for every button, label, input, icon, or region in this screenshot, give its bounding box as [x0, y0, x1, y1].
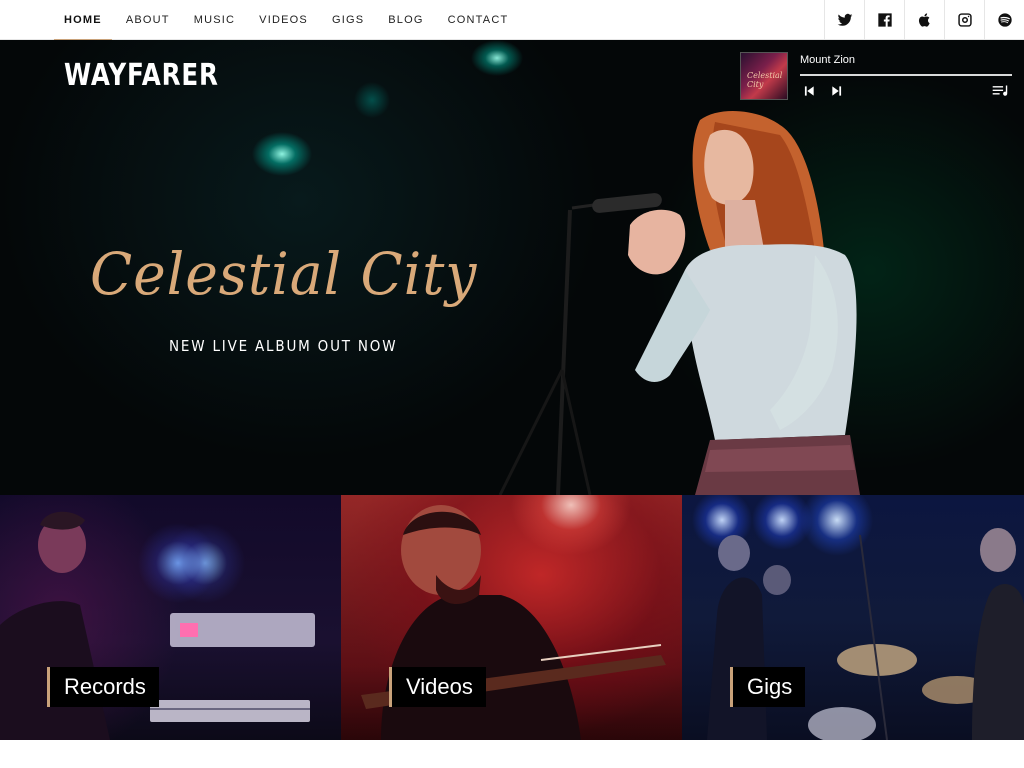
- spotify-link[interactable]: [984, 0, 1024, 40]
- album-cover[interactable]: Celestial City: [740, 52, 788, 100]
- spotify-icon: [997, 13, 1012, 27]
- nav-item-gigs[interactable]: GIGS: [332, 0, 364, 40]
- progress-bar[interactable]: [800, 74, 1012, 76]
- tile-gigs-label: Gigs: [730, 667, 806, 707]
- nav-item-videos[interactable]: VIDEOS: [259, 0, 308, 40]
- facebook-link[interactable]: [864, 0, 904, 40]
- hero-banner: WAYFARER Celestial City NEW LIVE ALBUM O…: [0, 40, 1024, 495]
- social-links: [824, 0, 1024, 40]
- playlist-icon: [992, 85, 1008, 96]
- singer-illustration: [498, 110, 860, 495]
- apple-icon: [918, 13, 930, 27]
- album-cover-text: Celestial City: [747, 71, 783, 89]
- track-title: Mount Zion: [800, 54, 856, 66]
- next-icon: [832, 86, 842, 96]
- tile-gigs[interactable]: Gigs: [682, 495, 1024, 740]
- feature-tiles: Records Videos Gigs: [0, 495, 1024, 740]
- singer-image: [480, 40, 900, 495]
- nav-item-home[interactable]: HOME: [54, 0, 112, 41]
- twitter-icon: [837, 13, 852, 26]
- previous-icon: [804, 86, 814, 96]
- instagram-link[interactable]: [944, 0, 984, 40]
- nav-item-contact[interactable]: CONTACT: [448, 0, 509, 40]
- tile-records-label: Records: [47, 667, 159, 707]
- apple-link[interactable]: [904, 0, 944, 40]
- facebook-icon: [877, 13, 892, 27]
- playlist-button[interactable]: [992, 84, 1010, 98]
- nav-item-music[interactable]: MUSIC: [194, 0, 235, 40]
- nav-item-blog[interactable]: BLOG: [388, 0, 423, 40]
- next-button[interactable]: [830, 84, 844, 98]
- album-tagline: NEW LIVE ALBUM OUT NOW: [169, 337, 398, 355]
- site-logo[interactable]: WAYFARER: [64, 58, 219, 93]
- tile-records[interactable]: Records: [0, 495, 341, 740]
- previous-button[interactable]: [802, 84, 816, 98]
- twitter-link[interactable]: [824, 0, 864, 40]
- album-title[interactable]: Celestial City: [90, 240, 477, 308]
- nav-item-about[interactable]: ABOUT: [126, 0, 170, 40]
- tile-videos[interactable]: Videos: [341, 495, 682, 740]
- music-player: Celestial City Mount Zion: [740, 52, 1018, 102]
- tile-videos-label: Videos: [389, 667, 486, 707]
- main-nav: HOME ABOUT MUSIC VIDEOS GIGS BLOG CONTAC…: [52, 0, 520, 41]
- page-footer-gap: [0, 740, 1024, 768]
- instagram-icon: [957, 13, 972, 27]
- top-bar: HOME ABOUT MUSIC VIDEOS GIGS BLOG CONTAC…: [0, 0, 1024, 41]
